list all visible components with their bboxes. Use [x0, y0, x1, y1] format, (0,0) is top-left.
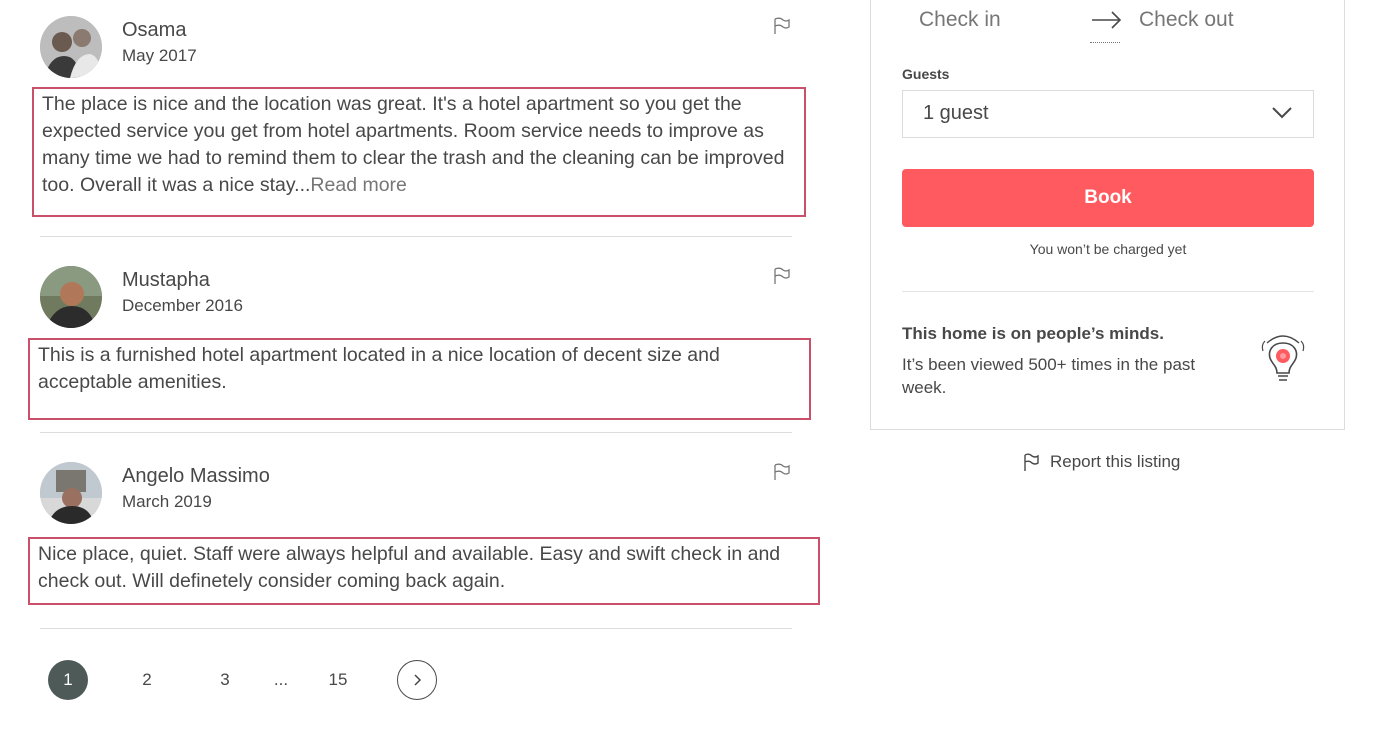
guests-select[interactable]: 1 guest: [902, 90, 1314, 138]
review-divider: [40, 432, 792, 433]
flag-icon[interactable]: [772, 462, 792, 482]
chevron-right-icon: [414, 674, 422, 686]
avatar[interactable]: [40, 266, 102, 328]
flag-icon: [1024, 453, 1039, 471]
reviewer-name: Angelo Massimo: [122, 465, 270, 487]
review-divider: [40, 628, 792, 629]
review-body: The place is nice and the location was g…: [42, 93, 785, 196]
check-in-field[interactable]: Check in: [919, 8, 1001, 32]
review-divider: [40, 236, 792, 237]
flag-icon[interactable]: [772, 266, 792, 286]
guests-value: 1 guest: [923, 102, 989, 124]
date-separator: [1090, 42, 1120, 43]
popularity-text: It’s been viewed 500+ times in the past …: [902, 355, 1196, 397]
page-button-2[interactable]: 2: [127, 660, 167, 700]
arrow-right-icon: [1092, 11, 1122, 29]
review-text: Nice place, quiet. Staff were always hel…: [28, 537, 820, 605]
avatar[interactable]: [40, 462, 102, 524]
check-out-field[interactable]: Check out: [1139, 8, 1234, 32]
avatar[interactable]: [40, 16, 102, 78]
review-date: May 2017: [122, 46, 197, 65]
read-more-link[interactable]: Read more: [310, 174, 406, 196]
page-button-1[interactable]: 1: [48, 660, 88, 700]
report-listing-link[interactable]: Report this listing: [1022, 450, 1180, 474]
page-ellipsis: ...: [273, 670, 289, 689]
book-button[interactable]: Book: [902, 169, 1314, 227]
lightbulb-icon: [1261, 335, 1305, 381]
review-date: March 2019: [122, 492, 212, 511]
flag-icon[interactable]: [772, 16, 792, 36]
review-text: This is a furnished hotel apartment loca…: [28, 338, 811, 420]
review-date: December 2016: [122, 296, 243, 315]
panel-divider: [902, 291, 1314, 292]
review-text: The place is nice and the location was g…: [32, 87, 806, 217]
guests-label: Guests: [902, 66, 950, 82]
chevron-down-icon: [1272, 107, 1292, 119]
page-button-15[interactable]: 15: [318, 660, 358, 700]
charge-note: You won’t be charged yet: [1029, 241, 1187, 257]
popularity-title: This home is on people’s minds.: [902, 324, 1164, 343]
reviewer-name: Osama: [122, 19, 187, 41]
next-page-button[interactable]: [397, 660, 437, 700]
report-listing-label: Report this listing: [1050, 452, 1181, 471]
reviewer-name: Mustapha: [122, 269, 210, 291]
booking-panel: Check in Check out Guests 1 guest Book Y…: [870, 0, 1345, 430]
page-button-3[interactable]: 3: [205, 660, 245, 700]
